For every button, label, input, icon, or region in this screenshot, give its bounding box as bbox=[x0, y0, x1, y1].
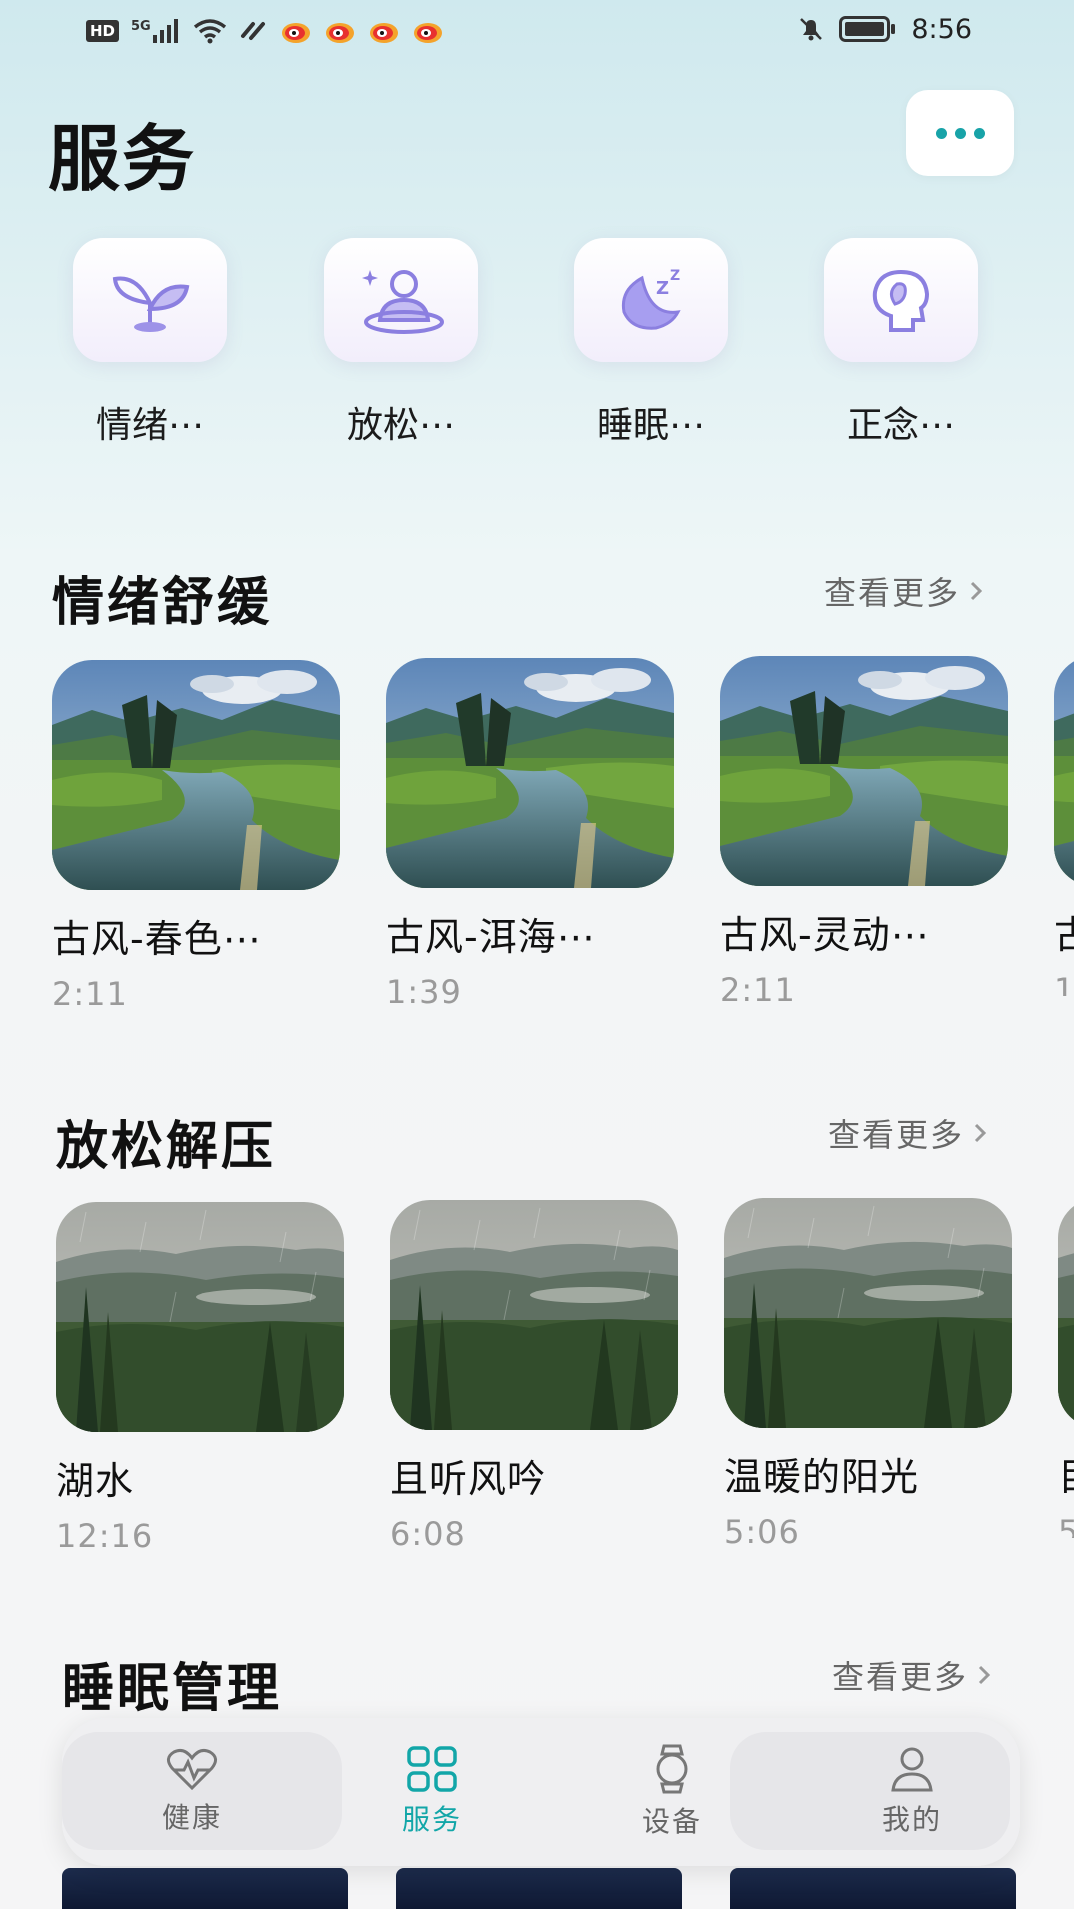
card-title: 古风-灵动⋯ bbox=[720, 913, 930, 957]
card-title: 古 bbox=[1054, 904, 1074, 959]
card-title: 温暖的阳光 bbox=[724, 1455, 920, 1499]
hd-badge: HD bbox=[86, 20, 120, 42]
section-title-sleep: 睡眠管理 bbox=[62, 1659, 283, 1719]
relax-person-icon bbox=[324, 238, 478, 362]
card-duration: 6:08 bbox=[390, 1515, 466, 1553]
more-dot bbox=[973, 127, 985, 139]
nav-item-service[interactable]: 服务 bbox=[322, 1736, 542, 1848]
card-thumbnail-peek bbox=[730, 1868, 1016, 1909]
page-title: 服务 bbox=[48, 117, 197, 201]
status-left: HD 5G bbox=[86, 16, 445, 46]
more-dots-icon bbox=[935, 127, 947, 139]
nav-label: 健康 bbox=[161, 1801, 222, 1834]
card-title: 湖水 bbox=[56, 1459, 135, 1503]
card-title: 古风-洱海⋯ bbox=[386, 915, 596, 959]
nav-label: 我的 bbox=[881, 1803, 942, 1836]
quick-label: 放松⋯ bbox=[346, 405, 455, 446]
status-right: 8:56 bbox=[797, 12, 972, 46]
quick-item-relax[interactable]: 放松⋯ bbox=[301, 238, 501, 448]
see-more-relax[interactable]: 查看更多 bbox=[828, 1110, 988, 1156]
card-duration: 2:11 bbox=[720, 971, 796, 1009]
network-type-label: 5G bbox=[131, 19, 151, 34]
card-thumbnail bbox=[390, 1200, 678, 1430]
sprout-icon bbox=[73, 238, 227, 362]
audio-card[interactable]: 古风-洱海⋯ 1:39 bbox=[386, 658, 674, 1011]
nav-label: 设备 bbox=[641, 1805, 702, 1838]
card-title: 且听风吟 bbox=[390, 1457, 547, 1501]
card-thumbnail bbox=[386, 658, 674, 888]
card-thumbnail bbox=[52, 660, 340, 890]
audio-card[interactable]: 湖水 12:16 bbox=[56, 1202, 344, 1555]
svg-text:Z: Z bbox=[670, 268, 680, 284]
card-thumbnail bbox=[724, 1198, 1012, 1428]
card-duration: 5:06 bbox=[724, 1513, 800, 1551]
weibo-icon bbox=[281, 23, 310, 43]
quick-label: 情绪⋯ bbox=[95, 405, 204, 446]
battery-icon bbox=[839, 16, 896, 42]
see-more-label: 查看更多 bbox=[828, 1116, 965, 1154]
heart-pulse-icon bbox=[167, 1749, 217, 1790]
more-options-button[interactable] bbox=[906, 90, 1014, 176]
audio-card-partial[interactable]: 古 1 bbox=[1054, 656, 1074, 996]
card-duration: 1:39 bbox=[386, 973, 462, 1011]
nav-item-health[interactable]: 健康 bbox=[82, 1736, 302, 1848]
audio-card[interactable]: 且听风吟 6:08 bbox=[390, 1200, 678, 1553]
wifi-icon bbox=[193, 19, 226, 44]
chevron-right-icon bbox=[974, 1123, 987, 1143]
svg-text:Z: Z bbox=[656, 278, 669, 299]
see-more-label: 查看更多 bbox=[824, 574, 961, 612]
see-more-sleep[interactable]: 查看更多 bbox=[832, 1652, 992, 1698]
audio-card[interactable]: 古风-灵动⋯ 2:11 bbox=[720, 656, 1008, 1009]
card-duration: 12:16 bbox=[56, 1517, 154, 1555]
quick-label: 正念⋯ bbox=[846, 405, 955, 446]
quick-item-emotion[interactable]: 情绪⋯ bbox=[50, 238, 250, 448]
audio-card[interactable]: 温暖的阳光 5:06 bbox=[724, 1198, 1012, 1551]
quick-label: 睡眠⋯ bbox=[596, 405, 705, 446]
weibo-icon bbox=[369, 23, 398, 43]
status-time: 8:56 bbox=[911, 13, 972, 45]
weibo-icon bbox=[325, 23, 354, 43]
weibo-icon bbox=[413, 23, 442, 43]
card-duration: 1 bbox=[1054, 971, 1074, 996]
quick-item-mindfulness[interactable]: 正念⋯ bbox=[801, 238, 1001, 448]
see-more-emotion[interactable]: 查看更多 bbox=[824, 568, 984, 614]
person-icon bbox=[891, 1747, 933, 1792]
bottom-nav: 健康 服务 设备 我的 bbox=[62, 1718, 1020, 1866]
card-thumbnail-peek bbox=[396, 1868, 682, 1909]
card-title: 古风-春色⋯ bbox=[52, 917, 262, 961]
section-title-emotion: 情绪舒缓 bbox=[52, 573, 273, 633]
section-title-relax: 放松解压 bbox=[56, 1117, 277, 1177]
audio-card[interactable]: 古风-春色⋯ 2:11 bbox=[52, 660, 340, 1013]
quick-item-sleep[interactable]: ZZ 睡眠⋯ bbox=[551, 238, 751, 448]
card-duration: 2:11 bbox=[52, 975, 128, 1013]
card-thumbnail bbox=[1054, 656, 1074, 886]
chevron-right-icon bbox=[970, 581, 983, 601]
head-mind-icon bbox=[824, 238, 978, 362]
card-title: 目 bbox=[1058, 1446, 1074, 1501]
see-more-label: 查看更多 bbox=[832, 1658, 969, 1696]
signal-icon: 5G bbox=[131, 19, 181, 43]
nav-item-device[interactable]: 设备 bbox=[562, 1736, 782, 1848]
more-dot bbox=[954, 127, 966, 139]
bell-muted-icon bbox=[800, 18, 823, 41]
chevron-right-icon bbox=[978, 1665, 991, 1685]
moon-sleep-icon: ZZ bbox=[574, 238, 728, 362]
nav-label: 服务 bbox=[401, 1803, 462, 1836]
grid-icon bbox=[407, 1746, 457, 1792]
card-duration: 5 bbox=[1058, 1513, 1074, 1538]
nav-item-mine[interactable]: 我的 bbox=[802, 1736, 1022, 1848]
link-icon bbox=[240, 22, 265, 40]
card-thumbnail bbox=[720, 656, 1008, 886]
card-thumbnail-peek bbox=[62, 1868, 348, 1909]
watch-icon bbox=[656, 1744, 688, 1794]
card-thumbnail bbox=[1058, 1198, 1074, 1428]
status-bar: HD 5G 8:56 bbox=[0, 0, 1074, 58]
audio-card-partial[interactable]: 目 5 bbox=[1058, 1198, 1074, 1538]
card-thumbnail bbox=[56, 1202, 344, 1432]
